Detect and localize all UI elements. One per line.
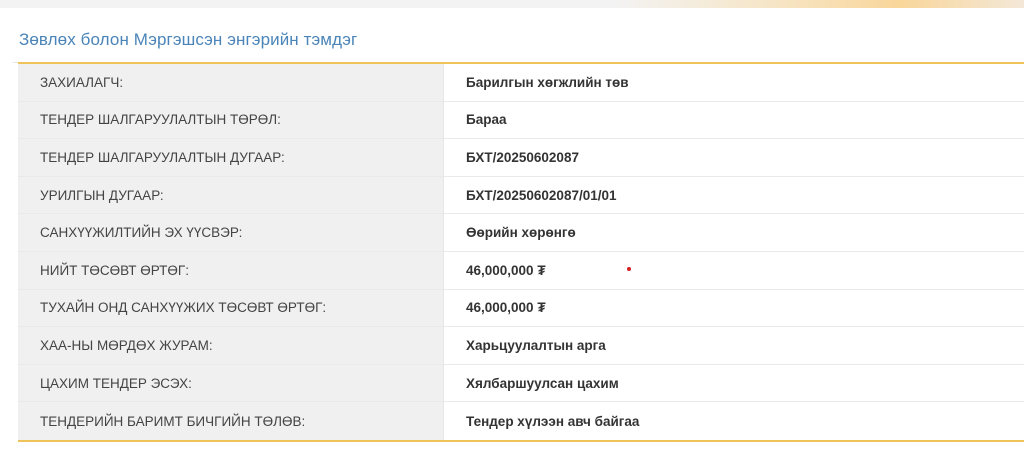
table-row: САНХҮҮЖИЛТИЙН ЭХ ҮҮСВЭР: Өөрийн хөрөнгө: [18, 214, 1024, 252]
row-value: 46,000,000 ₮: [444, 251, 1024, 289]
row-value: БХТ/20250602087: [444, 139, 1024, 176]
row-label: ТЕНДЕРИЙН БАРИМТ БИЧГИЙН ТӨЛӨВ:: [18, 402, 444, 440]
row-value: Өөрийн хөрөнгө: [444, 214, 1024, 251]
row-label: ТЕНДЕР ШАЛГАРУУЛАЛТЫН ДУГААР:: [18, 139, 444, 176]
row-value: 46,000,000 ₮: [444, 289, 1024, 327]
table-row: ХАА-НЫ МӨРДӨХ ЖУРАМ: Харьцуулалтын арга: [18, 327, 1024, 365]
panel-title: Зөвлөх болон Мэргэшсэн энгэрийн тэмдэг: [19, 30, 358, 49]
cursor-marker-dot: [627, 267, 631, 271]
table-row: НИЙТ ТӨСӨВТ ӨРТӨГ: 46,000,000 ₮: [18, 251, 1024, 290]
row-value: Харьцуулалтын арга: [444, 327, 1024, 364]
table-row: ЦАХИМ ТЕНДЕР ЭСЭХ: Хялбаршуулсан цахим: [18, 364, 1024, 403]
row-label: УРИЛГЫН ДУГААР:: [18, 176, 444, 214]
top-banner-strip: [0, 0, 1024, 8]
row-value: БХТ/20250602087/01/01: [444, 176, 1024, 214]
row-value: Барилгын хөгжлийн төв: [444, 64, 1024, 101]
table-row: ТЕНДЕРИЙН БАРИМТ БИЧГИЙН ТӨЛӨВ: Тендер х…: [18, 402, 1024, 440]
table-row: ТЕНДЕР ШАЛГАРУУЛАЛТЫН ДУГААР: БХТ/202506…: [18, 139, 1024, 177]
row-value: Тендер хүлээн авч байгаа: [444, 402, 1024, 440]
row-label: САНХҮҮЖИЛТИЙН ЭХ ҮҮСВЭР:: [18, 214, 444, 251]
table-row: ЗАХИАЛАГЧ: Барилгын хөгжлийн төв: [18, 64, 1024, 102]
row-label: ХАА-НЫ МӨРДӨХ ЖУРАМ:: [18, 327, 444, 364]
row-label: ЗАХИАЛАГЧ:: [18, 64, 444, 101]
table-row: ТЕНДЕР ШАЛГАРУУЛАЛТЫН ТӨРӨЛ: Бараа: [18, 101, 1024, 140]
row-label: ТУХАЙН ОНД САНХҮҮЖИХ ТӨСӨВТ ӨРТӨГ:: [18, 289, 444, 327]
table-row: ТУХАЙН ОНД САНХҮҮЖИХ ТӨСӨВТ ӨРТӨГ: 46,00…: [18, 289, 1024, 328]
row-label: ТЕНДЕР ШАЛГАРУУЛАЛТЫН ТӨРӨЛ:: [18, 101, 444, 139]
row-label: НИЙТ ТӨСӨВТ ӨРТӨГ:: [18, 251, 444, 289]
row-label: ЦАХИМ ТЕНДЕР ЭСЭХ:: [18, 364, 444, 402]
row-value: Хялбаршуулсан цахим: [444, 364, 1024, 402]
table-row: УРИЛГЫН ДУГААР: БХТ/20250602087/01/01: [18, 176, 1024, 215]
tender-details-table: ЗАХИАЛАГЧ: Барилгын хөгжлийн төв ТЕНДЕР …: [18, 62, 1024, 442]
row-value: Бараа: [444, 101, 1024, 139]
